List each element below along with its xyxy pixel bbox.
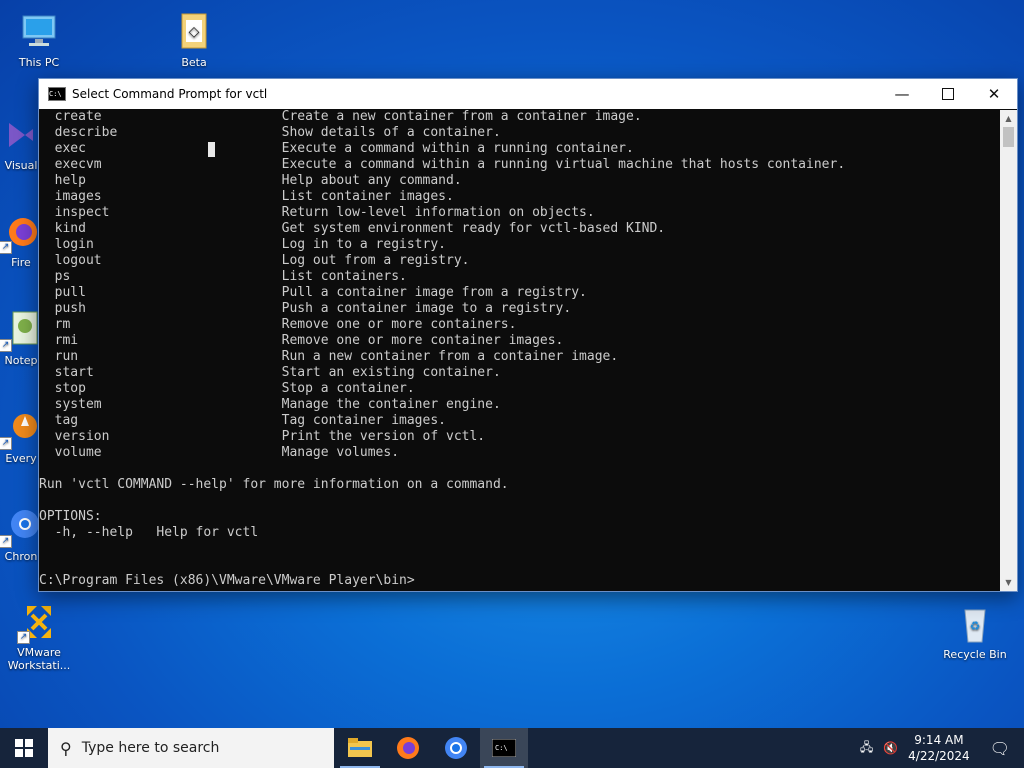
desktop-icon-this-pc[interactable]: This PC — [2, 10, 76, 69]
minimize-icon: — — [894, 85, 910, 103]
desktop-icon-label: Beta — [181, 56, 207, 69]
minimize-button[interactable]: — — [879, 79, 925, 109]
scrollbar-thumb[interactable] — [1003, 127, 1014, 147]
desktop-icon-label: This PC — [18, 56, 60, 69]
taskbar-search-box[interactable]: ⚲ Type here to search — [48, 728, 334, 768]
taskbar-chrome[interactable] — [432, 728, 480, 768]
svg-text:◇: ◇ — [189, 24, 200, 40]
cmd-app-icon: C:\ — [48, 87, 66, 101]
volume-muted-icon[interactable]: 🔇 — [883, 741, 898, 755]
window-title: Select Command Prompt for vctl — [72, 87, 268, 101]
shortcut-arrow-icon: ↗ — [0, 339, 12, 352]
network-icon[interactable]: 🖧 — [860, 738, 873, 759]
console-output[interactable]: create Create a new container from a con… — [39, 110, 999, 591]
scroll-down-arrow-icon[interactable]: ▼ — [1000, 574, 1017, 591]
firefox-icon: ↗ — [0, 210, 43, 254]
taskbar-command-prompt[interactable]: C:\ — [480, 728, 528, 768]
desktop-icon-label: Recycle Bin — [943, 648, 1007, 661]
desktop-icon-beta[interactable]: ◇ Beta — [157, 10, 231, 69]
shortcut-arrow-icon: ↗ — [17, 631, 30, 644]
shortcut-arrow-icon: ↗ — [0, 437, 12, 450]
taskbar: ⚲ Type here to search C:\ 🖧 🔇 9:14 AM 4/… — [0, 728, 1024, 768]
taskbar-clock[interactable]: 9:14 AM 4/22/2024 — [908, 732, 970, 764]
firefox-icon — [397, 737, 419, 759]
scroll-up-arrow-icon[interactable]: ▲ — [1000, 110, 1017, 127]
notifications-icon[interactable]: 🗨 — [990, 739, 1010, 758]
command-prompt-window[interactable]: C:\ Select Command Prompt for vctl — ✕ c… — [38, 78, 1018, 592]
notepad-icon: ↗ — [0, 308, 43, 352]
close-button[interactable]: ✕ — [971, 79, 1017, 109]
shortcut-arrow-icon: ↗ — [0, 535, 12, 548]
chrome-icon — [445, 737, 467, 759]
clock-time: 9:14 AM — [914, 733, 964, 747]
start-button[interactable] — [0, 728, 48, 768]
desktop-icon-label: VMware Workstati... — [7, 646, 71, 672]
svg-text:♻: ♻ — [970, 619, 981, 633]
windows-logo-icon — [15, 739, 33, 757]
cmd-icon: C:\ — [492, 739, 516, 757]
everything-icon: ↗ — [0, 406, 43, 450]
recycle-bin-icon: ♻ — [953, 602, 997, 646]
desktop-icon-vmware[interactable]: ↗ VMware Workstati... — [2, 600, 76, 672]
system-tray: 🖧 🔇 9:14 AM 4/22/2024 🗨 — [860, 728, 1024, 768]
maximize-icon — [942, 88, 954, 100]
clock-date: 4/22/2024 — [908, 749, 970, 763]
vmware-icon: ↗ — [17, 600, 61, 644]
vertical-scrollbar[interactable]: ▲ ▼ — [1000, 110, 1017, 591]
taskbar-file-explorer[interactable] — [336, 728, 384, 768]
shortcut-arrow-icon: ↗ — [0, 241, 12, 254]
close-icon: ✕ — [987, 85, 1001, 103]
folder-icon: ◇ — [172, 10, 216, 54]
computer-icon — [17, 10, 61, 54]
window-titlebar[interactable]: C:\ Select Command Prompt for vctl — ✕ — [39, 79, 1017, 109]
search-placeholder: Type here to search — [81, 740, 220, 756]
console-text: create Create a new container from a con… — [39, 110, 846, 588]
desktop-icon-recycle-bin[interactable]: ♻ Recycle Bin — [938, 602, 1012, 661]
chrome-icon: ↗ — [0, 504, 43, 548]
maximize-button[interactable] — [925, 79, 971, 109]
text-cursor — [208, 142, 215, 157]
folder-icon — [348, 738, 372, 757]
taskbar-firefox[interactable] — [384, 728, 432, 768]
visual-studio-icon — [0, 113, 43, 157]
search-icon: ⚲ — [60, 738, 72, 758]
svg-text:C:\: C:\ — [495, 744, 508, 752]
